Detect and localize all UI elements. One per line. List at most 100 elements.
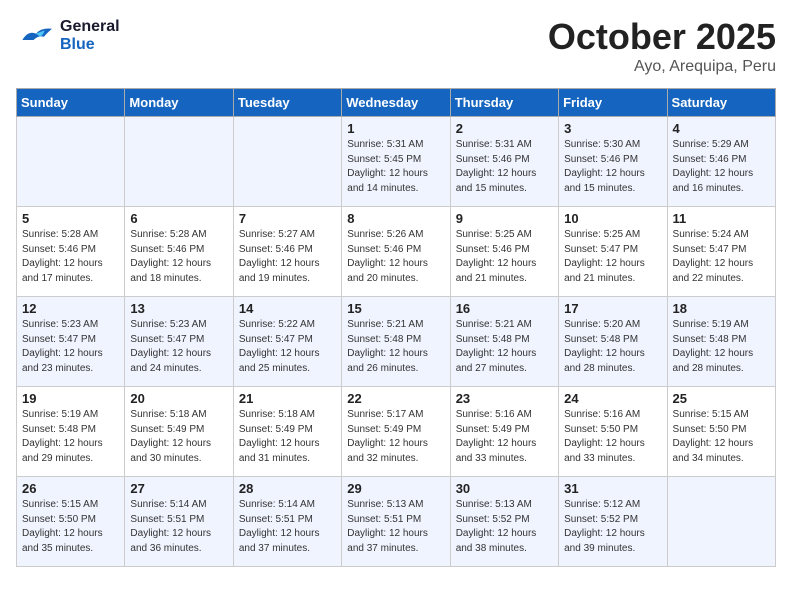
logo: General Blue	[16, 16, 120, 56]
day-number: 20	[130, 391, 227, 406]
location-title: Ayo, Arequipa, Peru	[548, 58, 776, 76]
title-area: October 2025 Ayo, Arequipa, Peru	[548, 16, 776, 76]
day-number: 3	[564, 121, 661, 136]
day-info: Sunrise: 5:18 AMSunset: 5:49 PMDaylight:…	[130, 408, 227, 466]
day-info: Sunrise: 5:14 AMSunset: 5:51 PMDaylight:…	[130, 498, 227, 556]
day-info: Sunrise: 5:28 AMSunset: 5:46 PMDaylight:…	[130, 228, 227, 286]
weekday-header: Sunday	[17, 89, 125, 117]
calendar-day-cell: 11 Sunrise: 5:24 AMSunset: 5:47 PMDayligh…	[667, 207, 775, 297]
day-number: 1	[347, 121, 444, 136]
weekday-header: Wednesday	[342, 89, 450, 117]
calendar-day-cell: 15 Sunrise: 5:21 AMSunset: 5:48 PMDayligh…	[342, 297, 450, 387]
calendar-day-cell: 26 Sunrise: 5:15 AMSunset: 5:50 PMDayligh…	[17, 477, 125, 567]
day-number: 27	[130, 481, 227, 496]
day-info: Sunrise: 5:13 AMSunset: 5:51 PMDaylight:…	[347, 498, 444, 556]
day-info: Sunrise: 5:21 AMSunset: 5:48 PMDaylight:…	[456, 318, 553, 376]
calendar-day-cell: 30 Sunrise: 5:13 AMSunset: 5:52 PMDayligh…	[450, 477, 558, 567]
calendar-day-cell: 7 Sunrise: 5:27 AMSunset: 5:46 PMDaylight…	[233, 207, 341, 297]
day-info: Sunrise: 5:20 AMSunset: 5:48 PMDaylight:…	[564, 318, 661, 376]
weekday-header-row: SundayMondayTuesdayWednesdayThursdayFrid…	[17, 89, 776, 117]
calendar-day-cell: 9Sunrise: 5:25 AMSunset: 5:46 PMDaylight…	[450, 207, 558, 297]
day-info: Sunrise: 5:26 AMSunset: 5:46 PMDaylight:…	[347, 228, 444, 286]
day-info: Sunrise: 5:13 AMSunset: 5:52 PMDaylight:…	[456, 498, 553, 556]
day-number: 29	[347, 481, 444, 496]
calendar-day-cell: 8Sunrise: 5:26 AMSunset: 5:46 PMDaylight…	[342, 207, 450, 297]
calendar-day-cell	[667, 477, 775, 567]
day-number: 25	[673, 391, 770, 406]
calendar-day-cell: 28 Sunrise: 5:14 AMSunset: 5:51 PMDayligh…	[233, 477, 341, 567]
calendar-week-row: 26 Sunrise: 5:15 AMSunset: 5:50 PMDayligh…	[17, 477, 776, 567]
calendar-week-row: 5 Sunrise: 5:28 AMSunset: 5:46 PMDaylight…	[17, 207, 776, 297]
day-number: 17	[564, 301, 661, 316]
calendar-day-cell: 13 Sunrise: 5:23 AMSunset: 5:47 PMDayligh…	[125, 297, 233, 387]
day-number: 9	[456, 211, 553, 226]
day-number: 23	[456, 391, 553, 406]
logo-text: General Blue	[60, 18, 120, 53]
day-number: 26	[22, 481, 119, 496]
logo-blue: Blue	[60, 36, 120, 54]
day-info: Sunrise: 5:19 AMSunset: 5:48 PMDaylight:…	[673, 318, 770, 376]
day-number: 13	[130, 301, 227, 316]
day-info: Sunrise: 5:22 AMSunset: 5:47 PMDaylight:…	[239, 318, 336, 376]
day-info: Sunrise: 5:23 AMSunset: 5:47 PMDaylight:…	[130, 318, 227, 376]
day-info: Sunrise: 5:23 AMSunset: 5:47 PMDaylight:…	[22, 318, 119, 376]
weekday-header: Tuesday	[233, 89, 341, 117]
logo-icon	[16, 16, 56, 56]
calendar-day-cell: 12 Sunrise: 5:23 AMSunset: 5:47 PMDayligh…	[17, 297, 125, 387]
day-number: 10	[564, 211, 661, 226]
calendar-day-cell	[233, 117, 341, 207]
calendar-day-cell: 29 Sunrise: 5:13 AMSunset: 5:51 PMDayligh…	[342, 477, 450, 567]
calendar-day-cell	[125, 117, 233, 207]
calendar-day-cell: 2 Sunrise: 5:31 AMSunset: 5:46 PMDaylight…	[450, 117, 558, 207]
calendar-day-cell: 18 Sunrise: 5:19 AMSunset: 5:48 PMDayligh…	[667, 297, 775, 387]
day-info: Sunrise: 5:19 AMSunset: 5:48 PMDaylight:…	[22, 408, 119, 466]
day-number: 2	[456, 121, 553, 136]
day-number: 7	[239, 211, 336, 226]
day-number: 5	[22, 211, 119, 226]
calendar-day-cell: 25 Sunrise: 5:15 AMSunset: 5:50 PMDayligh…	[667, 387, 775, 477]
calendar-day-cell	[17, 117, 125, 207]
day-info: Sunrise: 5:24 AMSunset: 5:47 PMDaylight:…	[673, 228, 770, 286]
day-number: 15	[347, 301, 444, 316]
day-number: 19	[22, 391, 119, 406]
day-info: Sunrise: 5:31 AMSunset: 5:45 PMDaylight:…	[347, 138, 444, 196]
day-info: Sunrise: 5:15 AMSunset: 5:50 PMDaylight:…	[673, 408, 770, 466]
day-info: Sunrise: 5:30 AMSunset: 5:46 PMDaylight:…	[564, 138, 661, 196]
weekday-header: Saturday	[667, 89, 775, 117]
day-number: 11	[673, 211, 770, 226]
day-number: 28	[239, 481, 336, 496]
logo-general: General	[60, 18, 120, 36]
calendar-day-cell: 23 Sunrise: 5:16 AMSunset: 5:49 PMDayligh…	[450, 387, 558, 477]
day-info: Sunrise: 5:17 AMSunset: 5:49 PMDaylight:…	[347, 408, 444, 466]
day-info: Sunrise: 5:31 AMSunset: 5:46 PMDaylight:…	[456, 138, 553, 196]
day-info: Sunrise: 5:27 AMSunset: 5:46 PMDaylight:…	[239, 228, 336, 286]
day-info: Sunrise: 5:25 AMSunset: 5:47 PMDaylight:…	[564, 228, 661, 286]
day-info: Sunrise: 5:16 AMSunset: 5:50 PMDaylight:…	[564, 408, 661, 466]
day-info: Sunrise: 5:15 AMSunset: 5:50 PMDaylight:…	[22, 498, 119, 556]
calendar-day-cell: 27 Sunrise: 5:14 AMSunset: 5:51 PMDayligh…	[125, 477, 233, 567]
calendar-day-cell: 1 Sunrise: 5:31 AMSunset: 5:45 PMDaylight…	[342, 117, 450, 207]
calendar-day-cell: 24Sunrise: 5:16 AMSunset: 5:50 PMDayligh…	[559, 387, 667, 477]
day-number: 30	[456, 481, 553, 496]
calendar-day-cell: 22 Sunrise: 5:17 AMSunset: 5:49 PMDayligh…	[342, 387, 450, 477]
day-info: Sunrise: 5:21 AMSunset: 5:48 PMDaylight:…	[347, 318, 444, 376]
day-info: Sunrise: 5:29 AMSunset: 5:46 PMDaylight:…	[673, 138, 770, 196]
calendar-week-row: 1 Sunrise: 5:31 AMSunset: 5:45 PMDaylight…	[17, 117, 776, 207]
weekday-header: Monday	[125, 89, 233, 117]
calendar-day-cell: 21Sunrise: 5:18 AMSunset: 5:49 PMDayligh…	[233, 387, 341, 477]
day-number: 22	[347, 391, 444, 406]
calendar-week-row: 12 Sunrise: 5:23 AMSunset: 5:47 PMDayligh…	[17, 297, 776, 387]
day-info: Sunrise: 5:14 AMSunset: 5:51 PMDaylight:…	[239, 498, 336, 556]
page-header: General Blue October 2025 Ayo, Arequipa,…	[16, 16, 776, 76]
day-info: Sunrise: 5:16 AMSunset: 5:49 PMDaylight:…	[456, 408, 553, 466]
calendar-day-cell: 16 Sunrise: 5:21 AMSunset: 5:48 PMDayligh…	[450, 297, 558, 387]
weekday-header: Friday	[559, 89, 667, 117]
day-number: 16	[456, 301, 553, 316]
month-title: October 2025	[548, 16, 776, 58]
calendar-day-cell: 14 Sunrise: 5:22 AMSunset: 5:47 PMDayligh…	[233, 297, 341, 387]
day-number: 14	[239, 301, 336, 316]
day-number: 21	[239, 391, 336, 406]
day-info: Sunrise: 5:12 AMSunset: 5:52 PMDaylight:…	[564, 498, 661, 556]
day-number: 12	[22, 301, 119, 316]
day-number: 18	[673, 301, 770, 316]
